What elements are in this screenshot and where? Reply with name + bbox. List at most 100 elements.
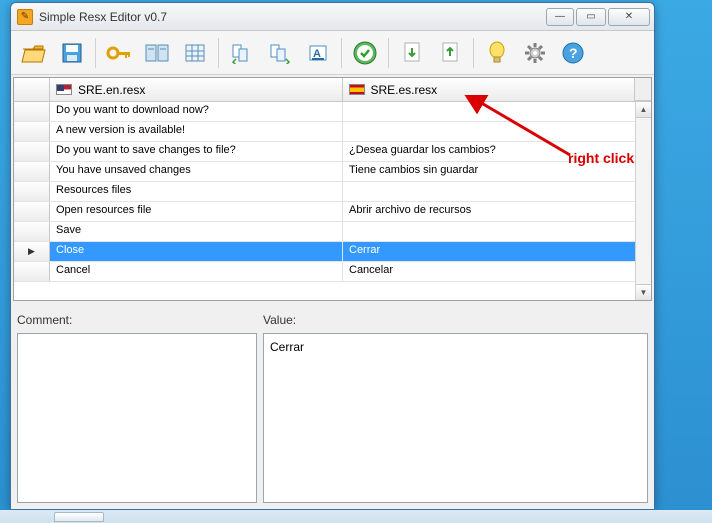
tip-icon — [487, 41, 507, 65]
value-label: Value: — [263, 313, 648, 329]
open-button[interactable] — [17, 36, 51, 70]
cell-es[interactable] — [343, 122, 635, 141]
grid-body[interactable]: Do you want to download now?A new versio… — [14, 102, 651, 300]
maximize-button[interactable]: ▭ — [576, 8, 606, 26]
toolbar: A ? — [11, 31, 654, 75]
copy-left-icon — [230, 42, 254, 64]
scroll-up-button[interactable]: ▲ — [636, 102, 651, 118]
help-button[interactable]: ? — [556, 36, 590, 70]
export-button[interactable] — [433, 36, 467, 70]
taskbar — [0, 510, 712, 523]
minimize-button[interactable]: — — [546, 8, 574, 26]
cell-es[interactable] — [343, 222, 635, 241]
grid-corner[interactable] — [14, 78, 50, 101]
row-header[interactable] — [14, 102, 50, 121]
compare-icon — [144, 42, 170, 64]
comment-panel: Comment: — [17, 313, 257, 503]
value-panel: Value: Cerrar — [263, 313, 648, 503]
toolbar-separator — [388, 38, 389, 68]
cell-es[interactable]: Cancelar — [343, 262, 635, 281]
export-icon — [439, 41, 461, 65]
row-header[interactable] — [14, 262, 50, 281]
table-row[interactable]: CancelCancelar — [14, 262, 651, 282]
row-header[interactable] — [14, 162, 50, 181]
cell-es[interactable]: ¿Desea guardar los cambios? — [343, 142, 635, 161]
cell-es[interactable]: Abrir archivo de recursos — [343, 202, 635, 221]
key-button[interactable] — [102, 36, 136, 70]
save-button[interactable] — [55, 36, 89, 70]
settings-button[interactable] — [518, 36, 552, 70]
import-icon — [401, 41, 423, 65]
svg-text:?: ? — [569, 45, 578, 61]
comment-label: Comment: — [17, 313, 257, 329]
titlebar[interactable]: ✎ Simple Resx Editor v0.7 — ▭ ✕ — [11, 3, 654, 31]
table-row[interactable]: Resources files — [14, 182, 651, 202]
column-label-en: SRE.en.resx — [78, 83, 145, 97]
scroll-down-button[interactable]: ▼ — [636, 284, 651, 300]
copy-left-button[interactable] — [225, 36, 259, 70]
settings-icon — [523, 41, 547, 65]
vertical-scrollbar[interactable]: ▲ ▼ — [635, 102, 651, 300]
cell-en[interactable]: Do you want to download now? — [50, 102, 343, 121]
toolbar-separator — [341, 38, 342, 68]
app-window: ✎ Simple Resx Editor v0.7 — ▭ ✕ — [10, 2, 655, 510]
app-icon: ✎ — [17, 9, 33, 25]
key-icon — [106, 43, 132, 63]
row-header[interactable] — [14, 182, 50, 201]
cell-en[interactable]: You have unsaved changes — [50, 162, 343, 181]
cell-en[interactable]: A new version is available! — [50, 122, 343, 141]
import-button[interactable] — [395, 36, 429, 70]
cell-es[interactable] — [343, 182, 635, 201]
highlight-button[interactable]: A — [301, 36, 335, 70]
ok-button[interactable] — [348, 36, 382, 70]
toolbar-separator — [95, 38, 96, 68]
column-label-es: SRE.es.resx — [371, 83, 438, 97]
details-panel: Comment: Value: Cerrar — [11, 309, 654, 509]
cell-en[interactable]: Resources files — [50, 182, 343, 201]
cell-en[interactable]: Save — [50, 222, 343, 241]
window-title: Simple Resx Editor v0.7 — [39, 10, 546, 24]
cell-en[interactable]: Cancel — [50, 262, 343, 281]
toolbar-separator — [473, 38, 474, 68]
comment-textbox[interactable] — [17, 333, 257, 503]
column-header-en[interactable]: SRE.en.resx — [50, 78, 343, 101]
cell-en[interactable]: Do you want to save changes to file? — [50, 142, 343, 161]
cell-es[interactable] — [343, 102, 635, 121]
cell-es[interactable]: Cerrar — [343, 242, 635, 261]
row-header[interactable]: ▶ — [14, 242, 50, 261]
row-header[interactable] — [14, 122, 50, 141]
value-textbox[interactable]: Cerrar — [263, 333, 648, 503]
data-grid[interactable]: SRE.en.resx SRE.es.resx Do you want to d… — [13, 77, 652, 301]
table-row[interactable]: Do you want to download now? — [14, 102, 651, 122]
table-row[interactable]: Open resources fileAbrir archivo de recu… — [14, 202, 651, 222]
help-icon: ? — [561, 41, 585, 65]
row-header[interactable] — [14, 222, 50, 241]
table-row[interactable]: ▶CloseCerrar — [14, 242, 651, 262]
cell-es[interactable]: Tiene cambios sin guardar — [343, 162, 635, 181]
flag-us-icon — [56, 84, 72, 95]
table-row[interactable]: Save — [14, 222, 651, 242]
cell-en[interactable]: Close — [50, 242, 343, 261]
flag-es-icon — [349, 84, 365, 95]
scroll-corner — [635, 78, 651, 101]
taskbar-item[interactable] — [54, 512, 104, 522]
highlight-icon: A — [306, 42, 330, 64]
table-row[interactable]: You have unsaved changesTiene cambios si… — [14, 162, 651, 182]
copy-right-icon — [268, 42, 292, 64]
table-row[interactable]: Do you want to save changes to file?¿Des… — [14, 142, 651, 162]
tip-button[interactable] — [480, 36, 514, 70]
grid-header: SRE.en.resx SRE.es.resx — [14, 78, 651, 102]
row-header[interactable] — [14, 202, 50, 221]
column-header-es[interactable]: SRE.es.resx — [343, 78, 636, 101]
copy-right-button[interactable] — [263, 36, 297, 70]
close-button[interactable]: ✕ — [608, 8, 650, 26]
table-row[interactable]: A new version is available! — [14, 122, 651, 142]
open-icon — [21, 42, 47, 64]
compare-button[interactable] — [140, 36, 174, 70]
toolbar-separator — [218, 38, 219, 68]
cell-en[interactable]: Open resources file — [50, 202, 343, 221]
save-icon — [60, 41, 84, 65]
grid-button[interactable] — [178, 36, 212, 70]
ok-icon — [352, 40, 378, 66]
row-header[interactable] — [14, 142, 50, 161]
